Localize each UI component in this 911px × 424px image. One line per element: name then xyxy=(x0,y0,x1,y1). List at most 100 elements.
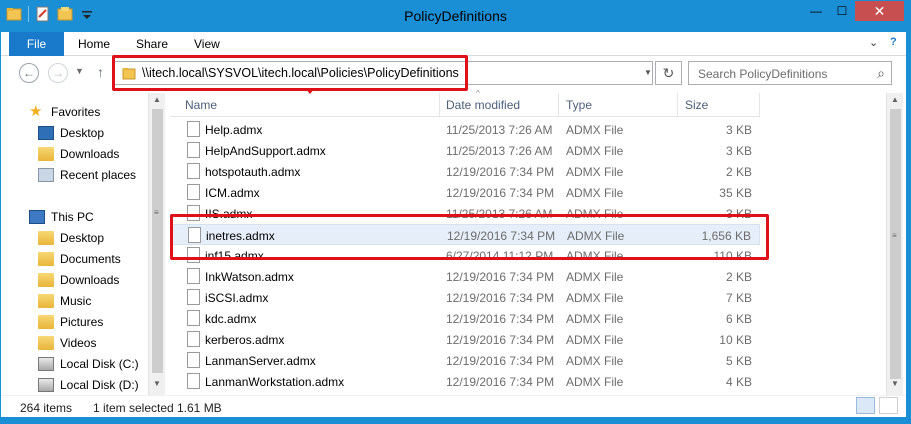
large-icons-view-button[interactable] xyxy=(879,397,898,414)
scroll-up-icon[interactable]: ▲ xyxy=(891,95,899,104)
search-icon[interactable]: ⌕ xyxy=(877,65,885,82)
downloads-folder-icon xyxy=(38,147,54,161)
file-type: ADMX File xyxy=(566,186,624,200)
nav-fav-recent-places[interactable]: Recent places xyxy=(38,168,136,182)
file-type: ADMX File xyxy=(566,165,624,179)
file-row[interactable]: kerberos.admx 12/19/2016 7:34 PM ADMX File… xyxy=(170,329,760,350)
file-name: Help.admx xyxy=(205,123,263,137)
nav-pc-videos[interactable]: Videos xyxy=(38,336,96,350)
file-icon xyxy=(187,352,200,368)
column-divider[interactable] xyxy=(439,93,440,117)
search-box[interactable]: Search PolicyDefinitions ⌕ xyxy=(688,61,892,85)
nav-pc-music[interactable]: Music xyxy=(38,294,91,308)
column-date-modified[interactable]: Date modified xyxy=(446,98,520,112)
nav-pc-desktop[interactable]: Desktop xyxy=(38,231,104,245)
help-icon[interactable]: ? xyxy=(890,36,897,48)
column-size[interactable]: Size xyxy=(685,98,708,112)
refresh-button[interactable]: ↻ xyxy=(655,61,682,85)
close-button[interactable]: ✕ xyxy=(855,1,904,21)
nav-pc-pictures[interactable]: Pictures xyxy=(38,315,103,329)
address-highlight-box xyxy=(112,55,468,91)
file-row[interactable]: ICM.admx 12/19/2016 7:34 PM ADMX File 35 KB xyxy=(170,182,760,203)
file-row[interactable]: iSCSI.admx 12/19/2016 7:34 PM ADMX File 7 K… xyxy=(170,287,760,308)
scroll-down-icon[interactable]: ▼ xyxy=(891,379,899,388)
nav-this-pc[interactable]: This PC xyxy=(29,210,94,224)
details-view-button[interactable] xyxy=(856,397,875,414)
expand-ribbon-icon[interactable]: ⌄ xyxy=(869,36,878,49)
nav-label: Downloads xyxy=(60,147,120,161)
forward-button[interactable]: → xyxy=(48,63,68,83)
videos-folder-icon xyxy=(38,336,54,350)
nav-scrollbar[interactable]: ▲ ≡ ▼ xyxy=(148,93,165,395)
file-row[interactable]: LanmanServer.admx 12/19/2016 7:34 PM ADMX … xyxy=(170,350,760,371)
title-bar[interactable]: PolicyDefinitions — ☐ ✕ xyxy=(0,0,911,32)
column-divider[interactable] xyxy=(558,93,559,117)
file-size: 3 KB xyxy=(725,144,752,158)
file-row[interactable]: LanmanWorkstation.admx 12/19/2016 7:34 PM… xyxy=(170,371,760,392)
tab-view[interactable]: View xyxy=(194,37,220,51)
nav-label: Documents xyxy=(60,252,121,266)
column-header-row: ^ Name Date modified Type Size xyxy=(170,89,760,117)
nav-pc-documents[interactable]: Documents xyxy=(38,252,121,266)
window-border xyxy=(0,417,911,424)
up-button[interactable]: ↑ xyxy=(97,64,104,80)
file-type: ADMX File xyxy=(566,270,624,284)
file-size: 6 KB xyxy=(725,312,752,326)
file-icon xyxy=(187,289,200,305)
nav-label: Local Disk (C:) xyxy=(60,357,139,371)
file-list-scrollbar[interactable]: ▲ ≡ ▼ xyxy=(886,93,903,395)
file-row[interactable]: InkWatson.admx 12/19/2016 7:34 PM ADMX Fil… xyxy=(170,266,760,287)
file-date: 12/19/2016 7:34 PM xyxy=(446,354,555,368)
nav-pc-local-disk-d[interactable]: Local Disk (D:) xyxy=(38,378,139,392)
column-type[interactable]: Type xyxy=(566,98,592,112)
scroll-up-icon[interactable]: ▲ xyxy=(153,95,161,104)
tab-share[interactable]: Share xyxy=(136,37,168,51)
nav-label: This PC xyxy=(51,210,94,224)
star-icon: ★ xyxy=(29,103,43,120)
search-input[interactable]: Search PolicyDefinitions xyxy=(698,67,827,81)
back-button[interactable]: ← xyxy=(19,63,39,83)
nav-fav-downloads[interactable]: Downloads xyxy=(38,147,119,161)
navigation-pane: ★ Favorites Desktop Downloads Recent pla… xyxy=(0,93,148,395)
maximize-button[interactable]: ☐ xyxy=(829,1,855,21)
file-row[interactable]: hotspotauth.admx 12/19/2016 7:34 PM ADMX F… xyxy=(170,161,760,182)
status-bar: 264 items 1 item selected 1.61 MB xyxy=(0,395,911,417)
file-date: 12/19/2016 7:34 PM xyxy=(446,291,555,305)
pictures-folder-icon xyxy=(38,315,54,329)
file-type: ADMX File xyxy=(566,354,624,368)
file-row[interactable]: Help.admx 11/25/2013 7:26 AM ADMX File 3 KB xyxy=(170,119,760,140)
column-divider[interactable] xyxy=(677,93,678,117)
file-icon xyxy=(187,121,200,137)
scroll-thumb[interactable] xyxy=(890,109,901,379)
file-name: kdc.admx xyxy=(205,312,257,326)
tab-home[interactable]: Home xyxy=(78,37,110,51)
file-row[interactable]: kdc.admx 12/19/2016 7:34 PM ADMX File 6 KB xyxy=(170,308,760,329)
selection-count: 1 item selected xyxy=(93,401,174,415)
nav-fav-desktop[interactable]: Desktop xyxy=(38,126,104,140)
grip-icon: ≡ xyxy=(892,231,897,240)
file-row[interactable]: HelpAndSupport.admx 11/25/2013 7:26 AM ADM… xyxy=(170,140,760,161)
nav-pc-local-disk-c[interactable]: Local Disk (C:) xyxy=(38,357,139,371)
file-type: ADMX File xyxy=(566,291,624,305)
minimize-button[interactable]: — xyxy=(803,1,829,21)
selection-size: 1.61 MB xyxy=(177,401,222,415)
file-icon xyxy=(187,163,200,179)
recent-locations-icon[interactable]: ▼ xyxy=(75,66,84,76)
tab-file[interactable]: File xyxy=(9,32,64,56)
file-type: ADMX File xyxy=(566,144,624,158)
column-divider[interactable] xyxy=(759,93,760,117)
chevron-down-icon[interactable]: ▼ xyxy=(644,68,652,77)
file-name: InkWatson.admx xyxy=(205,270,294,284)
scroll-thumb[interactable] xyxy=(152,109,163,373)
disk-drive-icon xyxy=(38,378,54,392)
file-size: 7 KB xyxy=(725,291,752,305)
file-name: hotspotauth.admx xyxy=(205,165,301,179)
file-size: 3 KB xyxy=(725,123,752,137)
file-type: ADMX File xyxy=(566,312,624,326)
nav-pc-downloads[interactable]: Downloads xyxy=(38,273,119,287)
scroll-down-icon[interactable]: ▼ xyxy=(153,379,161,388)
window-title: PolicyDefinitions xyxy=(404,8,507,24)
column-name[interactable]: Name xyxy=(185,98,217,112)
nav-favorites[interactable]: ★ Favorites xyxy=(29,103,100,120)
disk-drive-icon xyxy=(38,357,54,371)
